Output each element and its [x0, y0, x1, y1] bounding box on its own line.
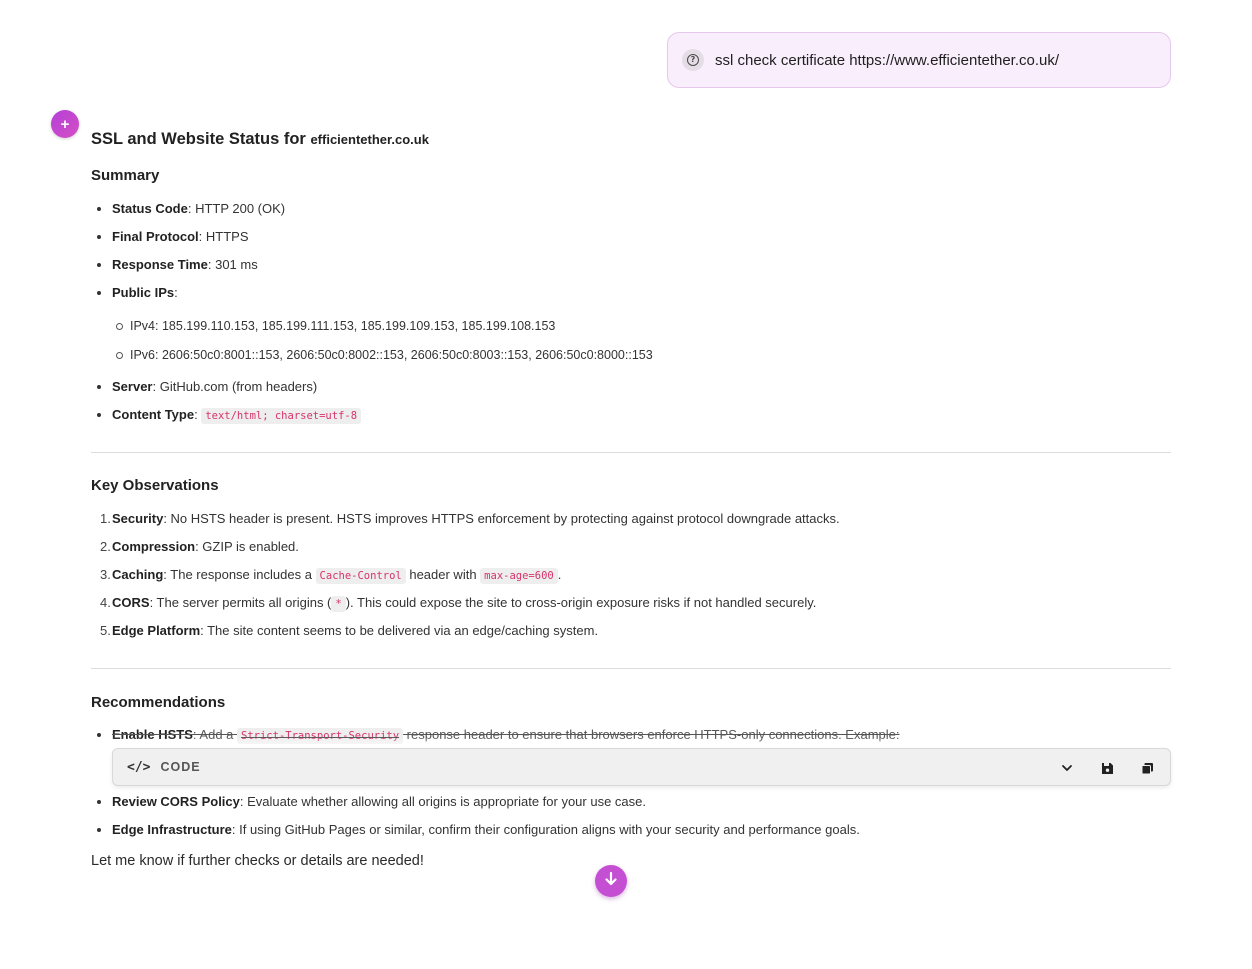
- user-query-bubble: ? ssl check certificate https://www.effi…: [667, 32, 1171, 88]
- observation-item: 1. Security: No HSTS header is present. H…: [100, 511, 840, 526]
- user-query-text: ssl check certificate https://www.effici…: [715, 51, 1060, 69]
- code-block-header[interactable]: </> CODE: [112, 748, 1171, 786]
- chevron-down-icon[interactable]: [1054, 755, 1080, 781]
- recommendations-heading: Recommendations: [91, 694, 226, 711]
- summary-content-type-item: Content Type: text/html; charset=utf-8: [96, 406, 362, 425]
- observation-item: 2. Compression: GZIP is enabled.: [100, 539, 299, 554]
- copy-icon[interactable]: [1134, 755, 1160, 781]
- code-block-label: CODE: [160, 760, 201, 774]
- summary-protocol-item: Final Protocol: HTTPS: [97, 229, 249, 244]
- summary-ipv4-item: IPv4: 185.199.110.153, 185.199.111.153, …: [115, 319, 556, 333]
- section-divider: [91, 452, 1171, 453]
- summary-response-item: Response Time: 301 ms: [97, 257, 258, 272]
- assistant-avatar: +: [51, 110, 79, 138]
- code-brackets-icon: </>: [127, 759, 151, 775]
- inline-code: *: [331, 596, 346, 612]
- inline-code: Cache-Control: [315, 568, 406, 584]
- title-domain: efficientether.co.uk: [310, 132, 429, 147]
- section-divider: [91, 668, 1171, 669]
- summary-ips-item: Public IPs:: [97, 285, 178, 300]
- response-title: SSL and Website Status for efficientethe…: [91, 128, 429, 151]
- summary-heading: Summary: [91, 167, 160, 184]
- arrow-down-icon: [603, 871, 619, 892]
- summary-server-item: Server: GitHub.com (from headers): [96, 379, 318, 394]
- observation-item: 5. Edge Platform: The site content seems …: [100, 623, 599, 638]
- recommendation-edge-item: Edge Infrastructure: If using GitHub Pag…: [97, 822, 860, 837]
- observations-heading: Key Observations: [91, 477, 219, 494]
- inline-code: text/html; charset=utf-8: [201, 408, 362, 424]
- inline-code: max-age=600: [480, 568, 558, 584]
- question-circle-icon: ?: [682, 49, 704, 71]
- title-prefix: SSL and Website Status for: [91, 130, 306, 148]
- observation-item: 4. CORS: The server permits all origins (…: [100, 595, 817, 612]
- recommendation-cors-item: Review CORS Policy: Evaluate whether all…: [97, 794, 646, 809]
- code-block-actions: [1054, 749, 1160, 787]
- closing-message: Let me know if further checks or details…: [91, 853, 424, 869]
- summary-ipv6-item: IPv6: 2606:50c0:8001::153, 2606:50c0:800…: [116, 348, 653, 362]
- summary-status-item: Status Code: HTTP 200 (OK): [96, 201, 286, 216]
- scroll-to-bottom-button[interactable]: [595, 865, 627, 897]
- observation-item: 3. Caching: The response includes a Cache…: [100, 567, 562, 584]
- chat-page: ? ssl check certificate https://www.effi…: [0, 0, 1252, 969]
- floppy-save-icon[interactable]: [1094, 755, 1120, 781]
